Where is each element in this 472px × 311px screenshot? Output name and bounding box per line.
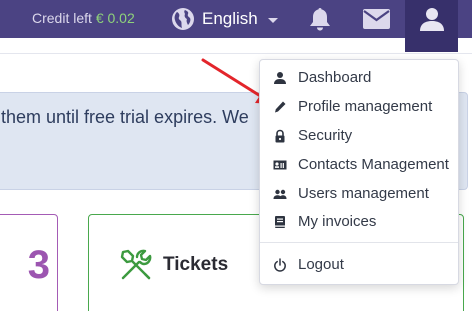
user-menu-button[interactable] xyxy=(405,0,458,52)
globe-icon xyxy=(172,8,194,30)
menu-item-label: Security xyxy=(298,127,353,144)
menu-item-users-management[interactable]: Users management xyxy=(260,180,458,207)
language-label: English xyxy=(202,9,258,28)
mail-icon[interactable] xyxy=(363,9,390,29)
menu-item-label: Contacts Management xyxy=(298,156,449,173)
tools-icon xyxy=(120,249,152,280)
menu-item-dashboard[interactable]: Dashboard xyxy=(260,64,458,91)
menu-item-label: My invoices xyxy=(298,213,377,230)
invoice-book-icon xyxy=(275,215,285,228)
menu-item-logout[interactable]: Logout xyxy=(260,251,458,278)
language-selector[interactable]: English xyxy=(171,7,278,31)
menu-item-label: Logout xyxy=(298,256,344,273)
credit-display: Credit left € 0.02 xyxy=(32,10,135,26)
contact-card-icon xyxy=(273,160,287,169)
menu-item-security[interactable]: Security xyxy=(260,122,458,149)
menu-item-label: Dashboard xyxy=(298,69,372,86)
credit-label: Credit left xyxy=(32,10,92,26)
banner-text: them until free trial expires. We xyxy=(1,107,249,127)
person-icon xyxy=(274,71,286,84)
menu-item-my-invoices[interactable]: My invoices xyxy=(260,208,458,235)
user-dropdown-menu: Dashboard Profile management Security Co… xyxy=(259,59,459,285)
power-icon xyxy=(274,257,286,272)
menu-item-profile-management[interactable]: Profile management xyxy=(260,93,458,120)
stat-card[interactable]: 3 xyxy=(0,214,58,311)
pencil-icon xyxy=(275,101,286,112)
lock-icon xyxy=(275,129,285,142)
credit-amount: € 0.02 xyxy=(95,10,135,26)
menu-item-label: Users management xyxy=(298,185,429,202)
users-icon xyxy=(273,189,287,199)
chevron-down-icon xyxy=(267,17,278,23)
menu-item-label: Profile management xyxy=(298,98,433,115)
user-icon xyxy=(420,8,444,31)
menu-divider xyxy=(260,242,458,243)
top-navbar: Credit left € 0.02 English xyxy=(0,0,472,52)
header-divider xyxy=(0,53,472,54)
menu-item-contacts-management[interactable]: Contacts Management xyxy=(260,151,458,178)
bell-icon[interactable] xyxy=(307,7,333,31)
stat-card-value: 3 xyxy=(27,243,50,287)
tickets-card-title: Tickets xyxy=(163,254,229,275)
